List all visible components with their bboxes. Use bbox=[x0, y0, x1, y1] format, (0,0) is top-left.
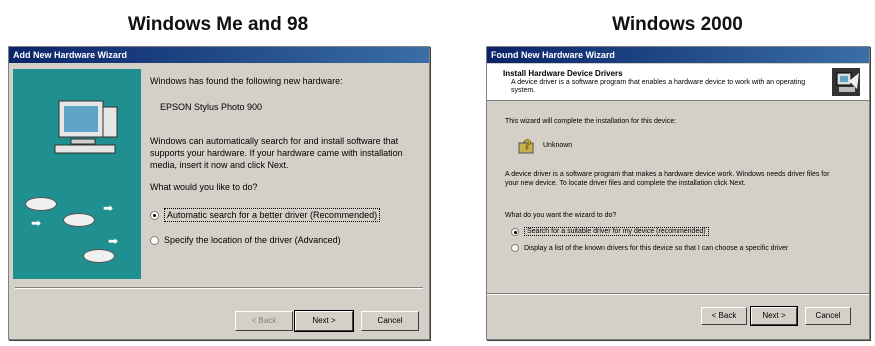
radio-button[interactable] bbox=[150, 235, 159, 245]
cancel-button[interactable]: Cancel bbox=[805, 307, 851, 325]
header-subtitle: A device driver is a software program th… bbox=[511, 79, 806, 94]
add-new-hardware-wizard-dialog: Add New Hardware Wizard ➡ ➡ ➡ Windows ha… bbox=[8, 46, 430, 340]
divider bbox=[487, 293, 869, 295]
caption-windows-2000: Windows 2000 bbox=[612, 14, 743, 35]
radio-label[interactable]: Automatic search for a better driver (Re… bbox=[164, 208, 381, 222]
question-text: What would you like to do? bbox=[150, 182, 258, 192]
caption-windows-me-98: Windows Me and 98 bbox=[127, 14, 309, 35]
header-title: Install Hardware Device Drivers bbox=[503, 69, 623, 78]
radio-display-known-drivers[interactable]: Display a list of the known drivers for … bbox=[511, 244, 841, 253]
intro-text: This wizard will complete the installati… bbox=[505, 118, 677, 125]
hardware-wizard-icon bbox=[832, 68, 860, 96]
intro-text: Windows has found the following new hard… bbox=[150, 76, 343, 86]
radio-specify-location[interactable]: Specify the location of the driver (Adva… bbox=[150, 234, 341, 246]
question-text: What do you want the wizard to do? bbox=[505, 212, 617, 219]
radio-button-checked[interactable] bbox=[150, 210, 159, 220]
radio-button-checked[interactable] bbox=[511, 227, 519, 236]
cancel-button[interactable]: Cancel bbox=[361, 311, 419, 331]
arrow-icon: ➡ bbox=[108, 234, 119, 248]
unknown-device-icon: ? bbox=[518, 136, 534, 154]
arrow-icon: ➡ bbox=[103, 201, 114, 215]
svg-text:?: ? bbox=[523, 136, 532, 152]
arrow-icon: ➡ bbox=[31, 216, 42, 230]
next-button[interactable]: Next > bbox=[750, 306, 798, 326]
radio-label[interactable]: Display a list of the known drivers for … bbox=[524, 244, 834, 253]
divider bbox=[15, 287, 423, 289]
device-name: EPSON Stylus Photo 900 bbox=[160, 102, 263, 112]
computer-icon bbox=[54, 100, 118, 154]
radio-label[interactable]: Search for a suitable driver for my devi… bbox=[524, 227, 709, 236]
radio-label[interactable]: Specify the location of the driver (Adva… bbox=[164, 234, 341, 246]
wizard-header: Install Hardware Device Drivers A device… bbox=[487, 64, 869, 101]
dialog-titlebar[interactable]: Add New Hardware Wizard bbox=[9, 47, 429, 63]
back-button[interactable]: < Back bbox=[701, 307, 747, 325]
disc-icon bbox=[63, 213, 95, 227]
body-text: A device driver is a software program th… bbox=[505, 171, 830, 187]
dialog-titlebar[interactable]: Found New Hardware Wizard bbox=[487, 47, 869, 63]
radio-button[interactable] bbox=[511, 244, 519, 252]
back-button[interactable]: < Back bbox=[235, 311, 293, 331]
next-button[interactable]: Next > bbox=[294, 310, 354, 332]
radio-automatic-search[interactable]: Automatic search for a better driver (Re… bbox=[150, 208, 381, 222]
disc-icon bbox=[25, 197, 57, 211]
wizard-illustration: ➡ ➡ ➡ bbox=[13, 69, 141, 279]
disc-icon bbox=[83, 249, 115, 263]
device-name: Unknown bbox=[543, 142, 573, 149]
radio-search-suitable-driver[interactable]: Search for a suitable driver for my devi… bbox=[511, 227, 709, 236]
body-text: Windows can automatically search for and… bbox=[150, 136, 403, 170]
found-new-hardware-wizard-dialog: Found New Hardware Wizard Install Hardwa… bbox=[486, 46, 870, 340]
